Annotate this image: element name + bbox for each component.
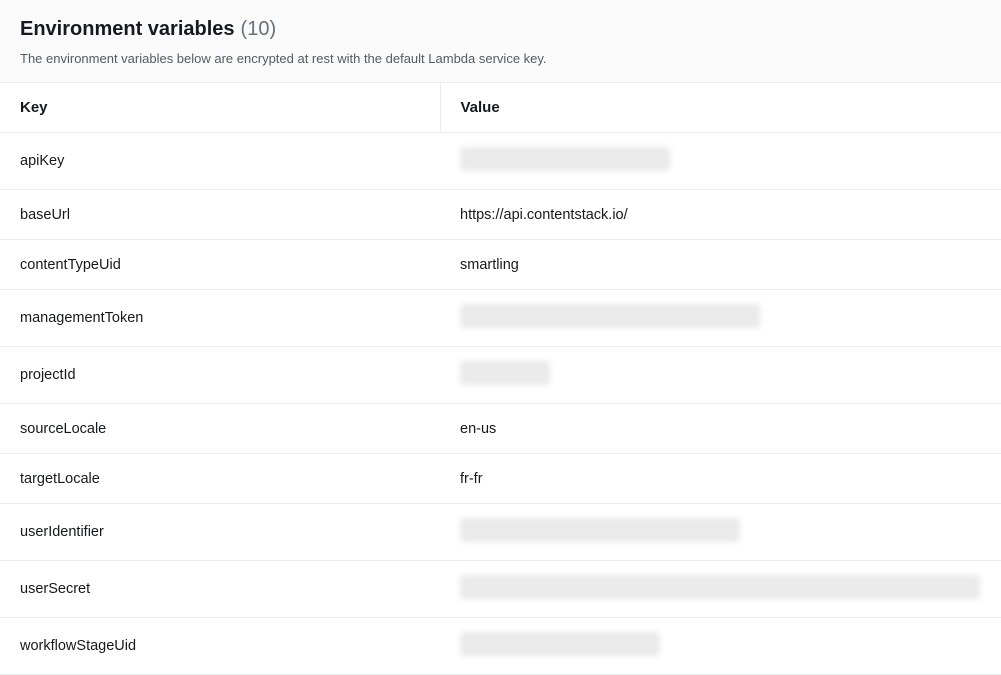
redacted-value bbox=[460, 147, 670, 171]
redacted-value bbox=[460, 361, 550, 385]
env-var-value bbox=[440, 133, 1001, 190]
env-var-value: https://api.contentstack.io/ bbox=[440, 190, 1001, 240]
env-vars-table: Key Value apiKeybaseUrlhttps://api.conte… bbox=[0, 83, 1001, 675]
table-row[interactable]: targetLocalefr-fr bbox=[0, 454, 1001, 504]
redacted-value bbox=[460, 518, 740, 542]
panel-title: Environment variables bbox=[20, 18, 235, 41]
env-var-key: userSecret bbox=[0, 561, 440, 618]
redacted-value bbox=[460, 575, 980, 599]
env-var-key: targetLocale bbox=[0, 454, 440, 504]
env-var-value bbox=[440, 618, 1001, 675]
env-var-value: en-us bbox=[440, 404, 1001, 454]
panel-count: (10) bbox=[241, 18, 277, 41]
env-var-value: fr-fr bbox=[440, 454, 1001, 504]
redacted-value bbox=[460, 632, 660, 656]
table-row[interactable]: baseUrlhttps://api.contentstack.io/ bbox=[0, 190, 1001, 240]
panel-description: The environment variables below are encr… bbox=[20, 51, 981, 66]
panel-title-row: Environment variables (10) bbox=[20, 18, 981, 41]
table-row[interactable]: contentTypeUidsmartling bbox=[0, 240, 1001, 290]
env-var-key: projectId bbox=[0, 347, 440, 404]
env-var-value bbox=[440, 290, 1001, 347]
table-row[interactable]: workflowStageUid bbox=[0, 618, 1001, 675]
table-row[interactable]: projectId bbox=[0, 347, 1001, 404]
env-var-key: workflowStageUid bbox=[0, 618, 440, 675]
column-header-key[interactable]: Key bbox=[0, 83, 440, 133]
table-row[interactable]: managementToken bbox=[0, 290, 1001, 347]
redacted-value bbox=[460, 304, 760, 328]
column-header-value[interactable]: Value bbox=[440, 83, 1001, 133]
env-var-value bbox=[440, 347, 1001, 404]
env-var-key: baseUrl bbox=[0, 190, 440, 240]
env-var-value bbox=[440, 561, 1001, 618]
panel-header: Environment variables (10) The environme… bbox=[0, 0, 1001, 83]
env-var-value bbox=[440, 504, 1001, 561]
table-row[interactable]: apiKey bbox=[0, 133, 1001, 190]
env-var-value: smartling bbox=[440, 240, 1001, 290]
table-row[interactable]: userIdentifier bbox=[0, 504, 1001, 561]
env-var-key: managementToken bbox=[0, 290, 440, 347]
environment-variables-panel: Environment variables (10) The environme… bbox=[0, 0, 1001, 675]
env-var-key: apiKey bbox=[0, 133, 440, 190]
env-var-key: contentTypeUid bbox=[0, 240, 440, 290]
table-header-row: Key Value bbox=[0, 83, 1001, 133]
env-var-key: sourceLocale bbox=[0, 404, 440, 454]
table-row[interactable]: sourceLocaleen-us bbox=[0, 404, 1001, 454]
table-row[interactable]: userSecret bbox=[0, 561, 1001, 618]
env-var-key: userIdentifier bbox=[0, 504, 440, 561]
